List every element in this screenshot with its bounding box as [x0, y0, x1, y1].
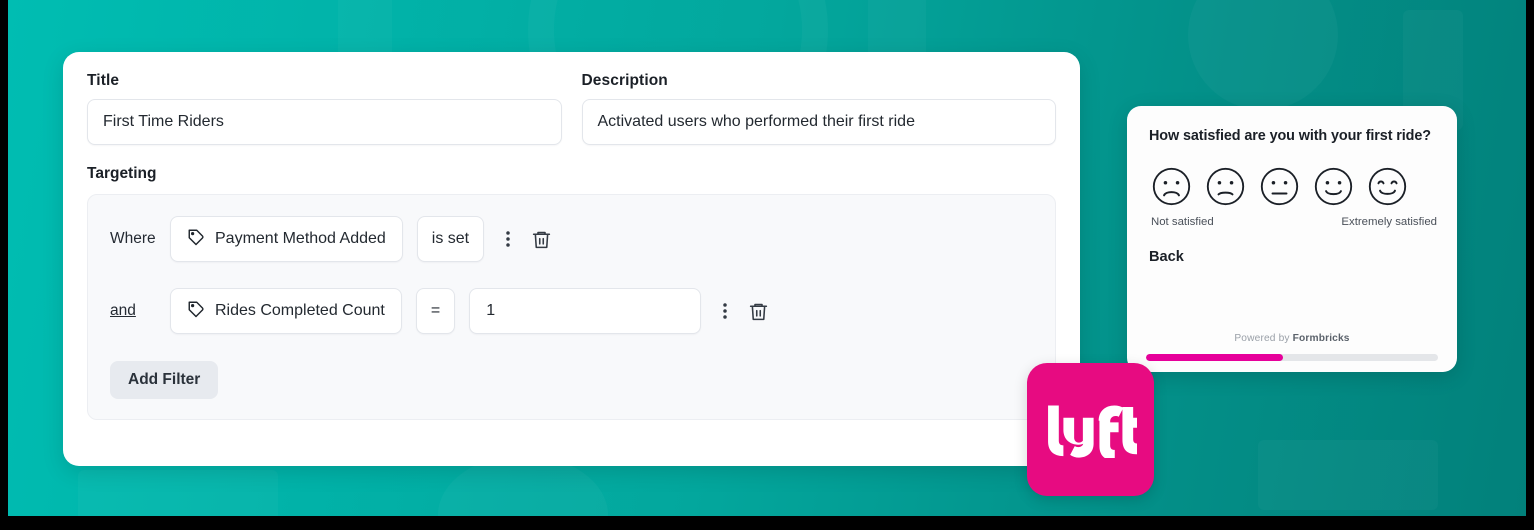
segment-editor-panel: Title First Time Riders Description Acti…	[63, 52, 1080, 466]
filter-row: Where Payment Method Added is set	[110, 215, 1033, 263]
lyft-wordmark-icon	[1047, 404, 1137, 458]
trash-icon[interactable]	[530, 229, 552, 250]
tag-icon	[187, 228, 205, 251]
powered-by-formbricks: Powered by Formbricks	[1127, 333, 1457, 344]
more-vertical-icon[interactable]	[500, 229, 516, 249]
description-input[interactable]: Activated users who performed their firs…	[581, 99, 1056, 145]
survey-preview-card: How satisfied are you with your first ri…	[1127, 106, 1457, 372]
powered-by-prefix: Powered by	[1234, 333, 1293, 344]
title-input[interactable]: First Time Riders	[87, 99, 562, 145]
tag-icon	[187, 300, 205, 323]
smiley-very-dissatisfied[interactable]	[1151, 166, 1192, 207]
smiley-neutral[interactable]	[1259, 166, 1300, 207]
back-button[interactable]: Back	[1149, 249, 1184, 265]
description-label: Description	[581, 72, 668, 89]
scale-low-label: Not satisfied	[1151, 216, 1214, 228]
filter-attribute-select[interactable]: Payment Method Added	[170, 216, 403, 262]
watermark-shape	[78, 470, 278, 516]
smiley-dissatisfied[interactable]	[1205, 166, 1246, 207]
trash-icon[interactable]	[747, 301, 769, 322]
filter-connector-and[interactable]: and	[110, 302, 170, 320]
scale-labels: Not satisfied Extremely satisfied	[1149, 216, 1439, 228]
targeting-label: Targeting	[87, 165, 157, 182]
survey-progress-fill	[1146, 354, 1284, 361]
formbricks-brand-name: Formbricks	[1292, 333, 1350, 344]
survey-question-text: How satisfied are you with your first ri…	[1149, 128, 1431, 144]
targeting-container: Where Payment Method Added is set and Ri…	[87, 194, 1056, 420]
filter-operator-label: =	[430, 302, 441, 319]
filter-attribute-label: Payment Method Added	[215, 230, 386, 247]
watermark-shape	[1258, 440, 1438, 510]
filter-attribute-label: Rides Completed Count	[215, 302, 385, 319]
title-field-group: Title First Time Riders	[87, 72, 562, 145]
filter-operator-label: is set	[431, 230, 470, 247]
scale-high-label: Extremely satisfied	[1341, 216, 1437, 228]
add-filter-button[interactable]: Add Filter	[110, 361, 219, 399]
filter-value-input[interactable]: 1	[469, 288, 702, 334]
fields-row: Title First Time Riders Description Acti…	[87, 72, 1056, 145]
filter-operator-select[interactable]: is set	[416, 216, 485, 262]
lyft-logo	[1027, 363, 1154, 496]
smiley-satisfied[interactable]	[1313, 166, 1354, 207]
watermark-shape	[1188, 0, 1338, 110]
survey-progress-bar	[1146, 354, 1438, 361]
description-field-group: Description Activated users who performe…	[581, 72, 1056, 145]
smiley-very-satisfied[interactable]	[1367, 166, 1408, 207]
filter-attribute-select[interactable]: Rides Completed Count	[170, 288, 402, 334]
filter-connector-where: Where	[110, 230, 156, 247]
more-vertical-icon[interactable]	[717, 301, 733, 321]
title-label: Title	[87, 72, 120, 89]
filter-operator-select[interactable]: =	[415, 288, 456, 334]
smiley-rating-scale	[1149, 166, 1435, 207]
filter-row: and Rides Completed Count = 1	[110, 287, 1033, 335]
